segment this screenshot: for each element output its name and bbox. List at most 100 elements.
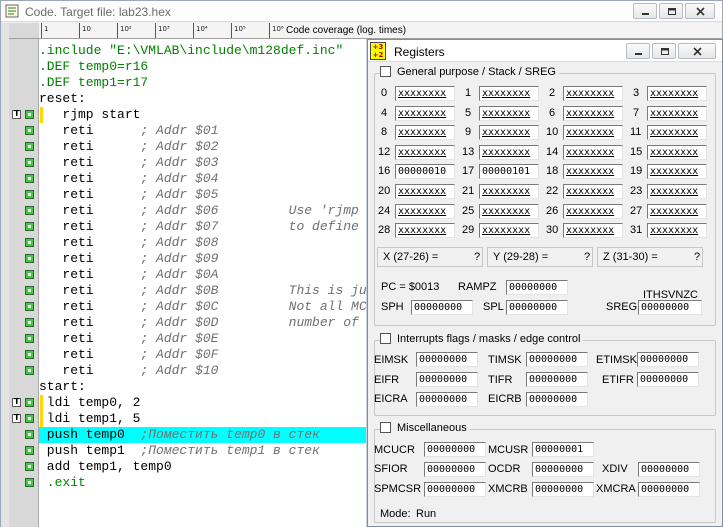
- code-token: ; Addr $0A: [140, 267, 219, 282]
- register-16-value[interactable]: 00000010: [395, 164, 455, 180]
- register-7-value[interactable]: xxxxxxxx: [647, 105, 707, 121]
- minimize-button[interactable]: [633, 3, 657, 19]
- trace-marker-icon[interactable]: [12, 109, 21, 119]
- breakpoint-marker-icon[interactable]: [25, 430, 34, 439]
- breakpoint-marker-icon[interactable]: [25, 350, 34, 359]
- misc-ocdr-value[interactable]: 00000000: [532, 462, 594, 477]
- breakpoint-marker-icon[interactable]: [25, 206, 34, 215]
- interrupt-eimsk-value[interactable]: 00000000: [416, 352, 478, 367]
- interrupt-eifr-value[interactable]: 00000000: [416, 372, 478, 387]
- registers-minimize-button[interactable]: [626, 43, 650, 59]
- breakpoint-marker-icon[interactable]: [25, 334, 34, 343]
- breakpoint-marker-icon[interactable]: [25, 318, 34, 327]
- breakpoint-marker-icon[interactable]: [25, 158, 34, 167]
- interrupt-etifr-value[interactable]: 00000000: [637, 372, 699, 387]
- code-token: reti: [39, 267, 141, 282]
- interrupt-etimsk-value[interactable]: 00000000: [637, 352, 699, 367]
- registers-maximize-button[interactable]: [652, 43, 676, 59]
- registers-titlebar[interactable]: +3 +2 Registers: [368, 40, 722, 62]
- code-window-titlebar[interactable]: Code. Target file: lab23.hex: [1, 1, 722, 22]
- misc-sfior-value[interactable]: 00000000: [424, 462, 486, 477]
- breakpoint-marker-icon[interactable]: [25, 238, 34, 247]
- register-31-value[interactable]: xxxxxxxx: [647, 223, 707, 239]
- register-3-value[interactable]: xxxxxxxx: [647, 86, 707, 101]
- breakpoint-marker-icon[interactable]: [25, 366, 34, 375]
- breakpoint-marker-icon[interactable]: [25, 398, 34, 407]
- trace-marker-icon[interactable]: [12, 397, 21, 407]
- register-15-value[interactable]: xxxxxxxx: [647, 144, 707, 160]
- register-27-value[interactable]: xxxxxxxx: [647, 203, 707, 219]
- register-number: 31: [630, 224, 643, 237]
- misc-xmcra-value[interactable]: 00000000: [638, 482, 700, 497]
- register-13-value[interactable]: xxxxxxxx: [479, 144, 539, 160]
- register-26-value[interactable]: xxxxxxxx: [563, 203, 623, 219]
- trace-marker-icon[interactable]: [12, 413, 21, 423]
- interrupts-checkbox[interactable]: [380, 333, 391, 344]
- interrupts-header[interactable]: Interrupts flags / masks / edge control: [380, 333, 584, 345]
- breakpoint-marker-icon[interactable]: [25, 222, 34, 231]
- register-0-value[interactable]: xxxxxxxx: [395, 86, 455, 101]
- register-24-value[interactable]: xxxxxxxx: [395, 203, 455, 219]
- register-23-value[interactable]: xxxxxxxx: [647, 184, 707, 199]
- breakpoint-marker-icon[interactable]: [25, 462, 34, 471]
- code-token: reti: [39, 299, 141, 314]
- breakpoint-marker-icon[interactable]: [25, 478, 34, 487]
- register-10-value[interactable]: xxxxxxxx: [563, 125, 623, 141]
- register-6-value[interactable]: xxxxxxxx: [563, 105, 623, 121]
- register-12-value[interactable]: xxxxxxxx: [395, 144, 455, 160]
- misc-mcucr-value[interactable]: 00000000: [424, 442, 486, 457]
- register-30-value[interactable]: xxxxxxxx: [563, 223, 623, 239]
- breakpoint-marker-icon[interactable]: [25, 110, 34, 119]
- interrupt-eicra-value[interactable]: 00000000: [416, 392, 478, 407]
- register-17-value[interactable]: 00000101: [479, 164, 539, 180]
- interrupt-eicrb-value[interactable]: 00000000: [526, 392, 588, 407]
- general-purpose-header[interactable]: General purpose / Stack / SREG: [380, 66, 559, 78]
- misc-xmcrb-value[interactable]: 00000000: [532, 482, 594, 497]
- breakpoint-marker-icon[interactable]: [25, 254, 34, 263]
- register-19-value[interactable]: xxxxxxxx: [647, 164, 707, 180]
- interrupt-timsk-value[interactable]: 00000000: [526, 352, 588, 367]
- register-28-value[interactable]: xxxxxxxx: [395, 223, 455, 239]
- code-line[interactable]: push temp0 ;Поместить temp0 в стек: [39, 427, 369, 443]
- register-29-value[interactable]: xxxxxxxx: [479, 223, 539, 239]
- register-2-value[interactable]: xxxxxxxx: [563, 86, 623, 101]
- register-9-value[interactable]: xxxxxxxx: [479, 125, 539, 141]
- misc-sfior-label: SFIOR: [374, 463, 408, 475]
- register-11-value[interactable]: xxxxxxxx: [647, 125, 707, 141]
- register-5-value[interactable]: xxxxxxxx: [479, 105, 539, 121]
- register-25-value[interactable]: xxxxxxxx: [479, 203, 539, 219]
- breakpoint-marker-icon[interactable]: [25, 190, 34, 199]
- sph-value[interactable]: 00000000: [411, 300, 473, 315]
- misc-header[interactable]: Miscellaneous: [380, 422, 470, 434]
- misc-checkbox[interactable]: [380, 422, 391, 433]
- register-8-value[interactable]: xxxxxxxx: [395, 125, 455, 141]
- breakpoint-marker-icon[interactable]: [25, 142, 34, 151]
- breakpoint-gutter[interactable]: [9, 39, 39, 527]
- register-1-value[interactable]: xxxxxxxx: [479, 86, 539, 101]
- spl-value[interactable]: 00000000: [506, 300, 568, 315]
- code-token: reti: [39, 331, 141, 346]
- rampz-value[interactable]: 00000000: [506, 280, 568, 295]
- general-purpose-checkbox[interactable]: [380, 66, 391, 77]
- maximize-button[interactable]: [659, 3, 683, 19]
- register-21-value[interactable]: xxxxxxxx: [479, 184, 539, 199]
- breakpoint-marker-icon[interactable]: [25, 270, 34, 279]
- interrupt-tifr-value[interactable]: 00000000: [526, 372, 588, 387]
- register-14-value[interactable]: xxxxxxxx: [563, 144, 623, 160]
- breakpoint-marker-icon[interactable]: [25, 126, 34, 135]
- misc-xdiv-value[interactable]: 00000000: [638, 462, 700, 477]
- register-20-value[interactable]: xxxxxxxx: [395, 184, 455, 199]
- register-22-value[interactable]: xxxxxxxx: [563, 184, 623, 199]
- breakpoint-marker-icon[interactable]: [25, 302, 34, 311]
- breakpoint-marker-icon[interactable]: [25, 446, 34, 455]
- register-4-value[interactable]: xxxxxxxx: [395, 105, 455, 121]
- sreg-value[interactable]: 00000000: [638, 300, 702, 315]
- breakpoint-marker-icon[interactable]: [25, 286, 34, 295]
- breakpoint-marker-icon[interactable]: [25, 414, 34, 423]
- close-button[interactable]: [685, 3, 715, 19]
- registers-close-button[interactable]: [678, 43, 716, 59]
- misc-spmcsr-value[interactable]: 00000000: [424, 482, 486, 497]
- breakpoint-marker-icon[interactable]: [25, 174, 34, 183]
- misc-mcusr-value[interactable]: 00000001: [532, 442, 594, 457]
- register-18-value[interactable]: xxxxxxxx: [563, 164, 623, 180]
